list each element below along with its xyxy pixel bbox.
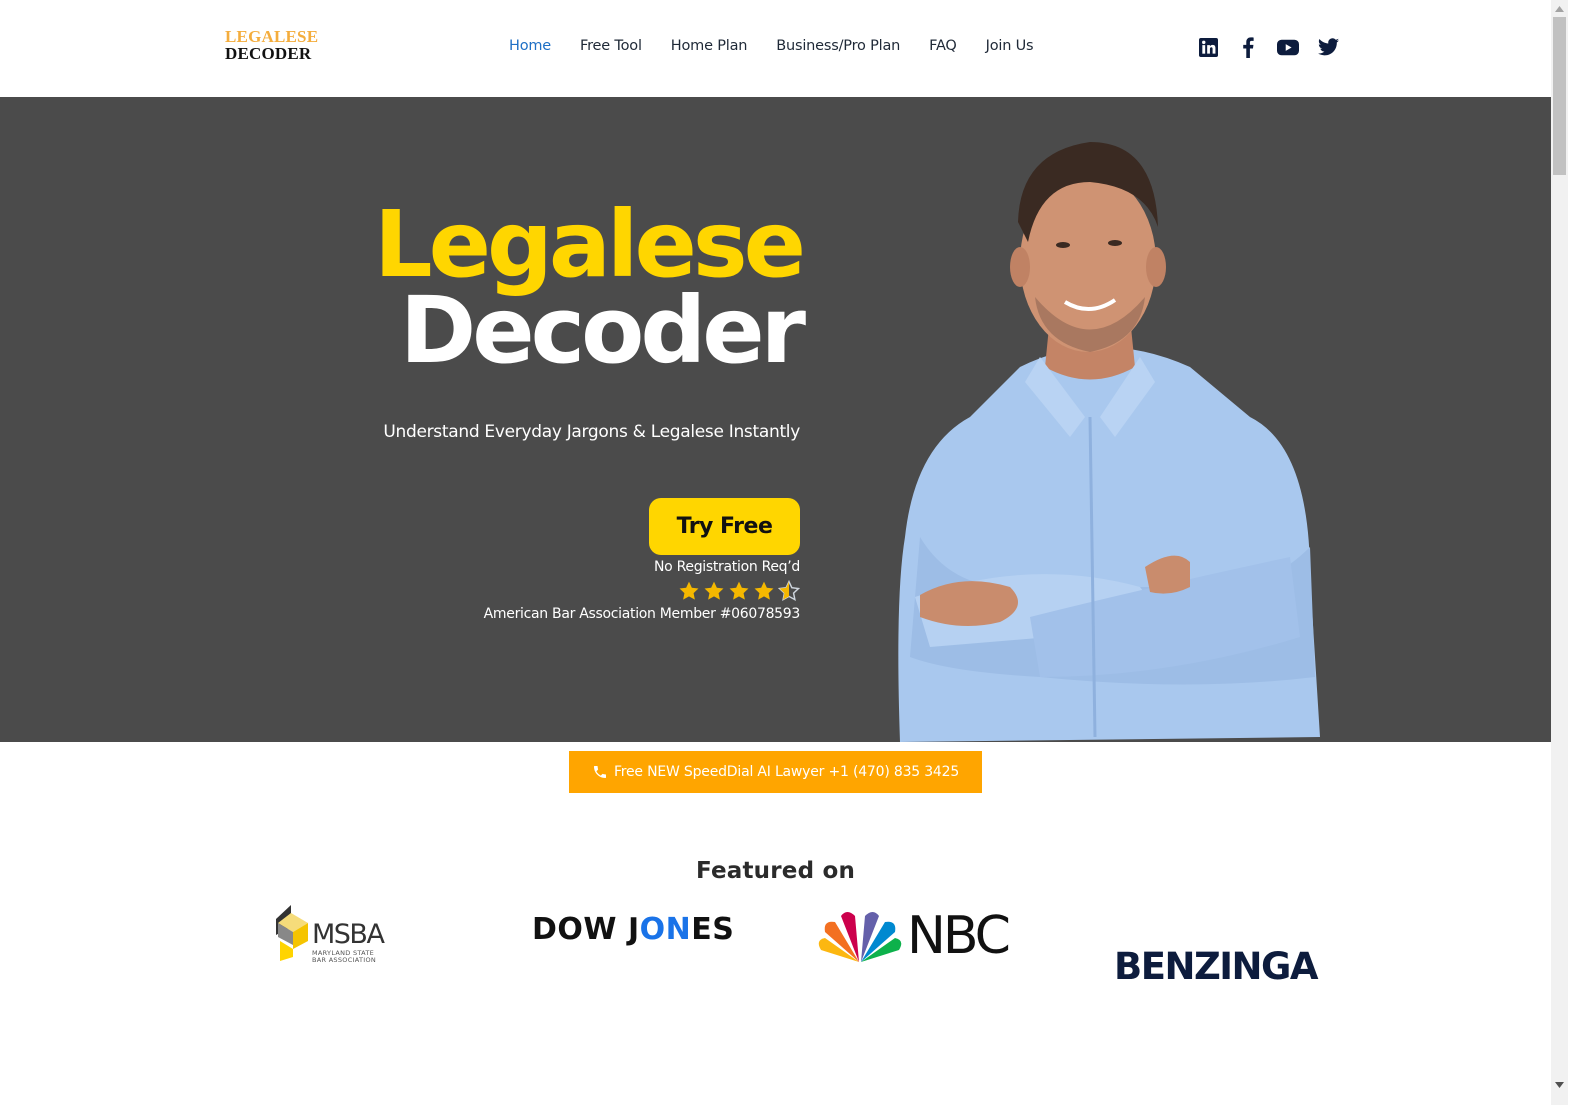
star-half-icon: [778, 580, 800, 602]
featured-logos: MSBA MARYLAND STATE BAR ASSOCIATION DOW …: [0, 900, 1551, 1000]
hero-title-line-1: Legalese: [373, 191, 806, 298]
hero-title: Legalese Decoder: [373, 191, 806, 384]
main-nav: Home Free Tool Home Plan Business/Pro Pl…: [509, 38, 1062, 54]
nav-faq[interactable]: FAQ: [929, 38, 957, 54]
speed-dial-label: Free NEW SpeedDial AI Lawyer +1 (470) 83…: [613, 764, 960, 780]
phone-icon: [593, 766, 606, 778]
nav-free-tool[interactable]: Free Tool: [580, 38, 642, 54]
youtube-icon[interactable]: [1277, 36, 1299, 58]
star-full-icon: [754, 581, 774, 600]
no-registration-note: No Registration Req’d: [654, 559, 800, 575]
star-full-icon: [679, 581, 699, 600]
facebook-icon[interactable]: [1237, 36, 1259, 58]
logo-line-2: DECODER: [225, 44, 312, 63]
hero-title-line-2: Decoder: [399, 277, 806, 384]
dow-jones-part-2: ON: [639, 912, 692, 947]
scrollbar-thumb[interactable]: [1553, 17, 1566, 175]
nbc-logo: NBC: [815, 906, 1035, 966]
hero-portrait-image: [898, 142, 1320, 742]
nbc-peacock-icon: [818, 912, 902, 962]
try-free-button[interactable]: Try Free: [649, 498, 800, 555]
hero-section: Legalese Decoder Understand Everyday Jar…: [0, 97, 1551, 742]
star-full-icon: [704, 581, 724, 600]
aba-membership: American Bar Association Member #0607859…: [483, 606, 801, 622]
hero-subtitle: Understand Everyday Jargons & Legalese I…: [383, 422, 800, 442]
nav-business-pro-plan[interactable]: Business/Pro Plan: [776, 38, 900, 54]
scroll-down-arrow-icon[interactable]: [1551, 1076, 1568, 1093]
nav-home[interactable]: Home: [509, 38, 551, 54]
msba-name: MSBA: [312, 919, 385, 950]
logo-line-1: LEGALESE: [225, 27, 319, 46]
nav-join-us[interactable]: Join Us: [986, 38, 1034, 54]
scroll-up-arrow-icon[interactable]: [1551, 0, 1568, 17]
msba-logo: MSBA MARYLAND STATE BAR ASSOCIATION: [276, 905, 386, 967]
msba-subtitle: MARYLAND STATE BAR ASSOCIATION: [312, 950, 376, 964]
dow-jones-logo: DOW JONES: [532, 912, 734, 947]
social-links: [1197, 36, 1339, 58]
star-full-icon: [729, 581, 749, 600]
site-logo[interactable]: LEGALESE DECODER: [225, 28, 318, 62]
benzinga-logo: BENZINGA: [1114, 945, 1319, 988]
page: LEGALESE DECODER Home Free Tool Home Pla…: [0, 0, 1551, 1105]
nav-home-plan[interactable]: Home Plan: [671, 38, 748, 54]
twitter-icon[interactable]: [1317, 36, 1339, 58]
featured-on-heading: Featured on: [695, 858, 856, 884]
site-header: LEGALESE DECODER Home Free Tool Home Pla…: [0, 0, 1551, 97]
msba-mark-icon: [276, 905, 308, 961]
star-rating: [678, 580, 800, 602]
linkedin-icon[interactable]: [1197, 36, 1219, 58]
vertical-scrollbar[interactable]: [1551, 0, 1568, 1105]
dow-jones-part-3: ES: [691, 912, 735, 947]
speed-dial-button[interactable]: Free NEW SpeedDial AI Lawyer +1 (470) 83…: [569, 751, 982, 793]
dow-jones-part-1: DOW J: [532, 912, 640, 947]
nbc-name: NBC: [907, 906, 1011, 966]
msba-subtitle-line-2: BAR ASSOCIATION: [312, 956, 377, 964]
